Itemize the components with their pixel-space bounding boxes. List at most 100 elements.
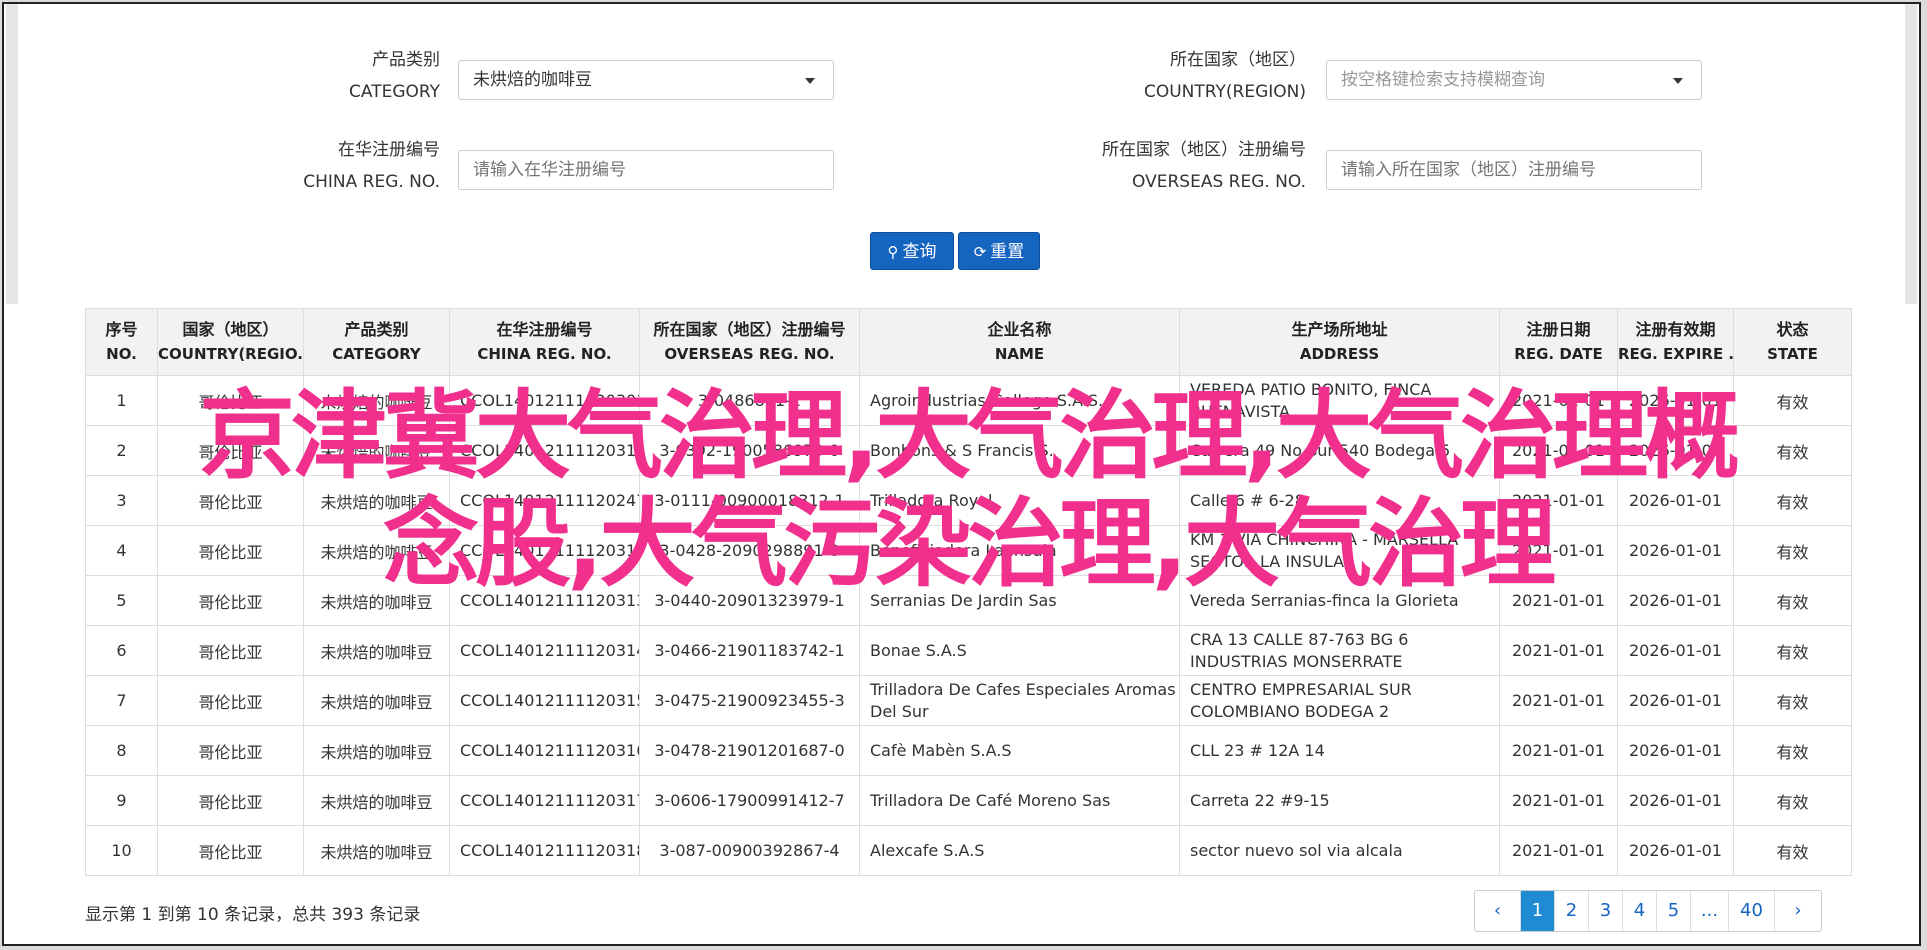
- column-header[interactable]: 状态 STATE: [1733, 308, 1852, 376]
- table-cell: Serranias De Jardin Sas: [859, 575, 1180, 626]
- table-cell: Calle 6 # 6-28: [1179, 475, 1500, 526]
- table-cell: 2021-01-01: [1499, 675, 1618, 726]
- column-header[interactable]: 生产场所地址 ADDRESS: [1179, 308, 1500, 376]
- table-cell: 2026-01-01: [1617, 575, 1734, 626]
- table-cell: 有效: [1733, 475, 1852, 526]
- table-cell: KM 1 VÍA CHINCHINA - MARSELLA SECTOR LA …: [1179, 525, 1500, 576]
- table-cell: 有效: [1733, 425, 1852, 476]
- table-cell: 3: [85, 475, 158, 526]
- table-cell: 3-0428-2090298891-0: [639, 525, 860, 576]
- table-row: 1 哥伦比亚 未烘焙的咖啡豆 CCOL14012111120301 3-0486851-…: [85, 375, 1852, 426]
- category-select[interactable]: 未烘焙的咖啡豆: [458, 60, 834, 100]
- column-header[interactable]: 企业名称 NAME: [859, 308, 1180, 376]
- page-button[interactable]: 5: [1657, 891, 1691, 931]
- table-cell: Trilladora De Café Moreno Sas: [859, 775, 1180, 826]
- search-button[interactable]: ⚲ 查询: [870, 232, 954, 270]
- page-button[interactable]: 40: [1729, 891, 1775, 931]
- table-cell: 2026-01-01: [1617, 825, 1734, 876]
- table-cell: 2: [85, 425, 158, 476]
- table-row: 7 哥伦比亚 未烘焙的咖啡豆 CCOL14012111120315 3-0475-219…: [85, 675, 1852, 726]
- search-icon: ⚲: [887, 243, 899, 261]
- page-button[interactable]: 1: [1521, 891, 1555, 931]
- table-cell: 3-0486851-1: [639, 375, 860, 426]
- column-header-cn: 所在国家（地区）注册编号: [653, 320, 846, 339]
- table-cell: 3-0606-17900991412-7: [639, 775, 860, 826]
- app-window: 产品类别 CATEGORY 未烘焙的咖啡豆 所在国家（地区） COUNTRY(R…: [2, 2, 1921, 946]
- reset-button[interactable]: ⟳ 重置: [958, 232, 1040, 270]
- overseas-reg-label: 所在国家（地区）注册编号 OVERSEAS REG. NO.: [1102, 140, 1306, 192]
- column-header-en: STATE: [1767, 345, 1818, 363]
- table-cell: 有效: [1733, 775, 1852, 826]
- left-scrollbar[interactable]: [6, 4, 18, 304]
- next-page-button[interactable]: ›: [1775, 891, 1821, 931]
- table-cell: 哥伦比亚: [157, 625, 304, 676]
- column-header-cn: 注册有效期: [1635, 320, 1716, 339]
- table-cell: CCOL14012111120314: [449, 625, 640, 676]
- page-button[interactable]: 2: [1555, 891, 1589, 931]
- table-cell: 8: [85, 725, 158, 776]
- prev-page-button[interactable]: ‹: [1475, 891, 1521, 931]
- table-cell: Carrera 49 No Sur-540 Bodega 5: [1179, 425, 1500, 476]
- overseas-reg-input[interactable]: [1326, 150, 1702, 190]
- country-select[interactable]: 按空格键检索支持模糊查询: [1326, 60, 1702, 100]
- table-cell: 4: [85, 525, 158, 576]
- table-cell: 哥伦比亚: [157, 675, 304, 726]
- table-cell: sector nuevo sol via alcala: [1179, 825, 1500, 876]
- column-header[interactable]: 国家（地区） COUNTRY(REGIO...: [157, 308, 304, 376]
- table-row: 2 哥伦比亚 未烘焙的咖啡豆 CCOL14012111120311 3-0392-190…: [85, 425, 1852, 476]
- table-cell: 2026-01-01: [1617, 475, 1734, 526]
- column-header-en: NO.: [106, 345, 137, 363]
- table-cell: 3-0478-21901201687-0: [639, 725, 860, 776]
- table-cell: 有效: [1733, 575, 1852, 626]
- table-cell: 哥伦比亚: [157, 725, 304, 776]
- table-cell: 未烘焙的咖啡豆: [303, 375, 450, 426]
- page-button[interactable]: 4: [1623, 891, 1657, 931]
- table-cell: 哥伦比亚: [157, 825, 304, 876]
- table-row: 9 哥伦比亚 未烘焙的咖啡豆 CCOL14012111120317 3-0606-179…: [85, 775, 1852, 826]
- results-table: 序号 NO. 国家（地区） COUNTRY(REGIO... 产品类别 CATEGORY 在…: [85, 308, 1852, 876]
- table-cell: 2026-01-01: [1617, 775, 1734, 826]
- column-header-en: CHINA REG. NO.: [477, 345, 612, 363]
- table-cell: 哥伦比亚: [157, 575, 304, 626]
- column-header[interactable]: 在华注册编号 CHINA REG. NO.: [449, 308, 640, 376]
- page-button[interactable]: 3: [1589, 891, 1623, 931]
- table-cell: CRA 13 CALLE 87-763 BG 6 INDUSTRIAS MONS…: [1179, 625, 1500, 676]
- column-header[interactable]: 所在国家（地区）注册编号 OVERSEAS REG. NO.: [639, 308, 860, 376]
- table-cell: 有效: [1733, 675, 1852, 726]
- table-row: 5 哥伦比亚 未烘焙的咖啡豆 CCOL14012111120313 3-0440-209…: [85, 575, 1852, 626]
- column-header[interactable]: 序号 NO.: [85, 308, 158, 376]
- right-scrollbar[interactable]: [1905, 4, 1917, 304]
- column-header-cn: 国家（地区）: [182, 320, 279, 339]
- table-cell: Beneficiadora La Insula: [859, 525, 1180, 576]
- table-cell: 2021-01-01: [1499, 825, 1618, 876]
- table-cell: 有效: [1733, 825, 1852, 876]
- table-header: 序号 NO. 国家（地区） COUNTRY(REGIO... 产品类别 CATEGORY 在…: [85, 308, 1852, 376]
- table-cell: 有效: [1733, 525, 1852, 576]
- table-body: 1 哥伦比亚 未烘焙的咖啡豆 CCOL14012111120301 3-0486851-…: [85, 375, 1852, 876]
- column-header[interactable]: 产品类别 CATEGORY: [303, 308, 450, 376]
- chevron-down-icon: [805, 78, 815, 84]
- table-row: 8 哥伦比亚 未烘焙的咖啡豆 CCOL14012111120316 3-0478-219…: [85, 725, 1852, 776]
- table-cell: 未烘焙的咖啡豆: [303, 475, 450, 526]
- table-cell: CENTRO EMPRESARIAL SUR COLOMBIANO BODEGA…: [1179, 675, 1500, 726]
- table-cell: CCOL14012111120315: [449, 675, 640, 726]
- table-cell: Bonbons & S Francis S.: [859, 425, 1180, 476]
- table-cell: CCOL14012111120317: [449, 775, 640, 826]
- china-reg-input[interactable]: [458, 150, 834, 190]
- column-header-cn: 序号: [105, 320, 138, 339]
- table-cell: 未烘焙的咖啡豆: [303, 825, 450, 876]
- table-cell: 2026-01-01: [1617, 425, 1734, 476]
- column-header-cn: 状态: [1776, 320, 1809, 339]
- column-header[interactable]: 注册有效期 REG. EXPIRE ...: [1617, 308, 1734, 376]
- column-header[interactable]: 注册日期 REG. DATE: [1499, 308, 1618, 376]
- table-row: 6 哥伦比亚 未烘焙的咖啡豆 CCOL14012111120314 3-0466-219…: [85, 625, 1852, 676]
- table-cell: 未烘焙的咖啡豆: [303, 775, 450, 826]
- table-cell: 有效: [1733, 375, 1852, 426]
- table-cell: 10: [85, 825, 158, 876]
- pagination-info: 显示第 1 到第 10 条记录，总共 393 条记录: [85, 905, 421, 925]
- table-cell: 1: [85, 375, 158, 426]
- table-cell: 哥伦比亚: [157, 425, 304, 476]
- table-row: 4 哥伦比亚 未烘焙的咖啡豆 CCOL14012111120312 3-0428-209…: [85, 525, 1852, 576]
- table-cell: 2021-01-01: [1499, 775, 1618, 826]
- column-header-en: REG. EXPIRE ...: [1618, 345, 1734, 363]
